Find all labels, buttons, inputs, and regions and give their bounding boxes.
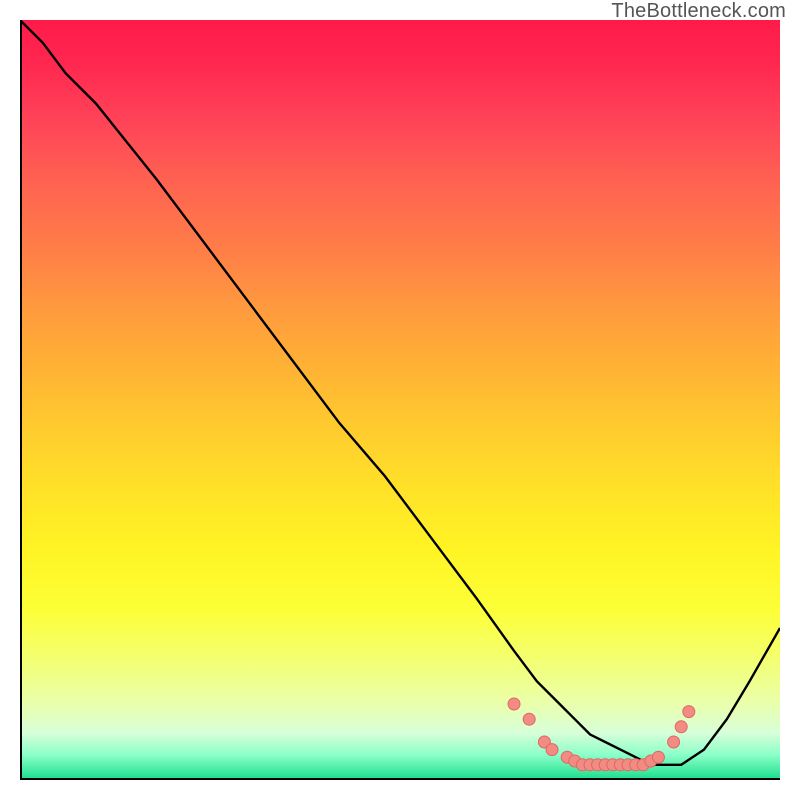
- plot-area: [20, 20, 780, 780]
- watermark-text: TheBottleneck.com: [611, 0, 786, 23]
- chart-container: TheBottleneck.com: [0, 0, 800, 800]
